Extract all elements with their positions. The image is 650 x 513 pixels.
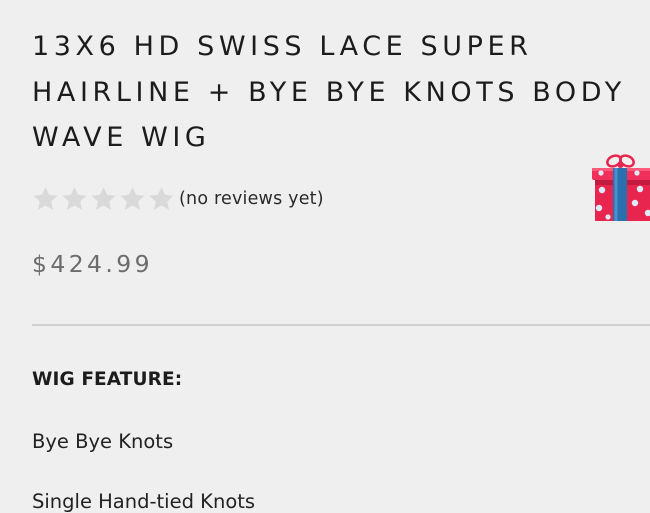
product-rating[interactable]: (no reviews yet): [31, 184, 324, 214]
product-price: $424.99: [32, 250, 153, 278]
feature-item: Bye Bye Knots: [32, 430, 174, 453]
star-icon: [89, 185, 118, 213]
star-icon: [60, 185, 89, 213]
gift-box-icon[interactable]: [590, 151, 650, 223]
star-icon: [31, 185, 60, 213]
review-count-link[interactable]: (no reviews yet): [179, 189, 324, 209]
star-icon: [147, 185, 176, 213]
rating-stars: [31, 185, 176, 213]
feature-item: Single Hand-tied Knots: [32, 490, 256, 513]
product-title: 13X6 HD SWISS LACE SUPER HAIRLINE + BYE …: [32, 31, 626, 153]
wig-feature-heading: WIG FEATURE:: [32, 369, 183, 390]
star-icon: [118, 185, 147, 213]
section-divider: [32, 324, 650, 326]
